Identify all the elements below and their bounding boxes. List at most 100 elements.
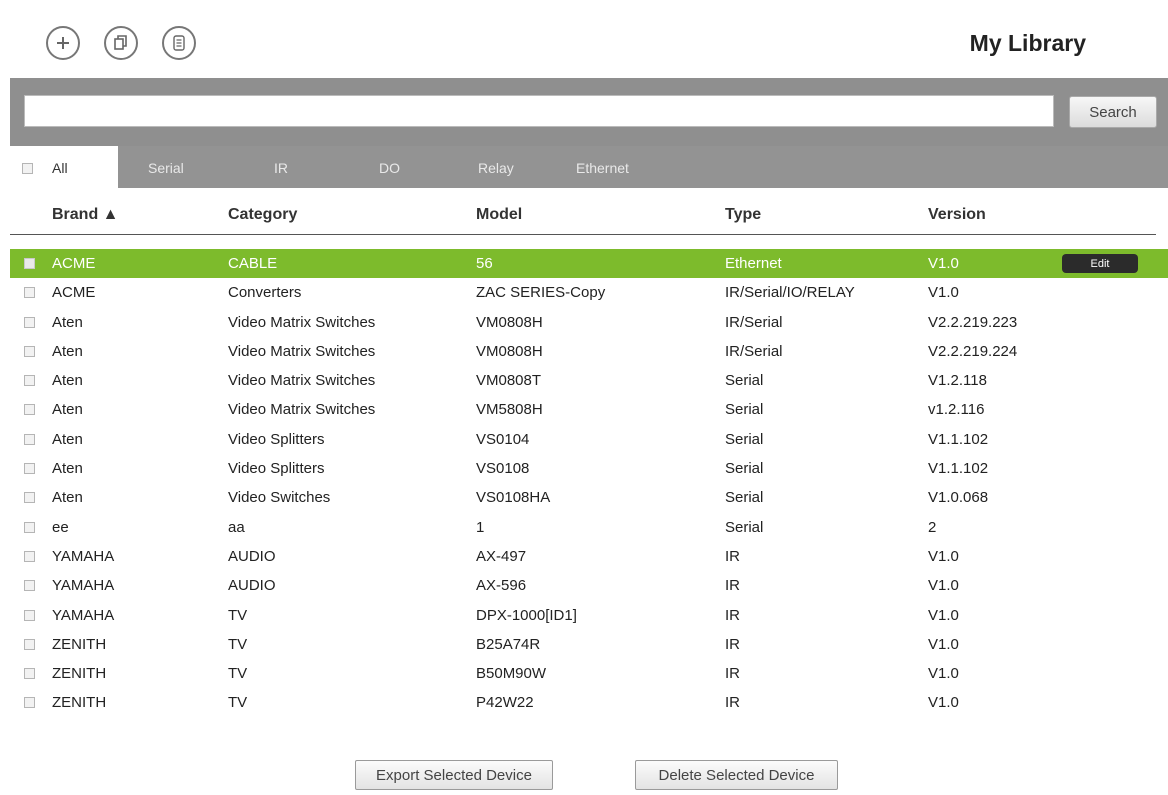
row-checkbox[interactable] bbox=[24, 580, 35, 592]
row-checkbox[interactable] bbox=[24, 521, 35, 533]
cell-category: TV bbox=[228, 694, 248, 712]
delete-selected-device-button[interactable]: Delete Selected Device bbox=[635, 760, 838, 790]
cell-version: V2.2.219.224 bbox=[928, 342, 1018, 360]
copy-button[interactable] bbox=[104, 26, 138, 60]
table-row[interactable]: Aten Video Matrix Switches VM0808H IR/Seria… bbox=[10, 308, 1168, 337]
column-version[interactable]: Version bbox=[928, 206, 986, 224]
row-checkbox[interactable] bbox=[24, 550, 35, 562]
cell-category: Video Splitters bbox=[228, 430, 325, 448]
cell-type: IR bbox=[725, 694, 740, 712]
tab-ethernet[interactable]: Ethernet bbox=[576, 160, 629, 176]
copy-icon bbox=[114, 35, 127, 50]
column-brand[interactable]: Brand ▲ bbox=[52, 206, 119, 224]
table-row[interactable]: YAMAHA AUDIO AX-497 IR V1.0 bbox=[10, 542, 1168, 571]
cell-version: V1.0.068 bbox=[928, 489, 989, 507]
cell-type: Serial bbox=[725, 518, 764, 536]
export-selected-device-button[interactable]: Export Selected Device bbox=[355, 760, 553, 790]
cell-category: Video Matrix Switches bbox=[228, 372, 376, 390]
row-checkbox[interactable] bbox=[24, 316, 35, 328]
cell-type: Ethernet bbox=[725, 255, 782, 272]
row-checkbox[interactable] bbox=[24, 697, 35, 709]
cell-brand: ACME bbox=[52, 284, 96, 302]
cell-category: TV bbox=[228, 665, 248, 683]
list-button[interactable] bbox=[162, 26, 196, 60]
cell-category: CABLE bbox=[228, 255, 278, 272]
cell-type: IR bbox=[725, 606, 740, 624]
row-checkbox[interactable] bbox=[24, 433, 35, 445]
cell-brand: Aten bbox=[52, 460, 83, 478]
column-type[interactable]: Type bbox=[725, 206, 761, 224]
cell-category: Video Matrix Switches bbox=[228, 401, 376, 419]
column-category[interactable]: Category bbox=[228, 206, 297, 224]
cell-brand: ZENITH bbox=[52, 665, 107, 683]
row-checkbox[interactable] bbox=[24, 463, 35, 475]
cell-type: IR/Serial/IO/RELAY bbox=[725, 284, 855, 302]
row-checkbox[interactable] bbox=[24, 404, 35, 416]
table-row[interactable]: ZENITH TV P42W22 IR V1.0 bbox=[10, 688, 1168, 717]
cell-model: VM0808H bbox=[476, 313, 543, 331]
cell-model: VS0104 bbox=[476, 430, 530, 448]
cell-type: Serial bbox=[725, 430, 764, 448]
cell-version: V1.2.118 bbox=[928, 372, 987, 390]
tab-ir[interactable]: IR bbox=[274, 160, 288, 176]
cell-version: V1.0 bbox=[928, 694, 959, 712]
my-library-page: My Library Search All Serial IR DO Relay… bbox=[0, 0, 1168, 795]
cell-version: V1.0 bbox=[928, 635, 959, 653]
cell-version: V1.0 bbox=[928, 577, 959, 595]
tab-do[interactable]: DO bbox=[379, 160, 400, 176]
table-row[interactable]: Aten Video Splitters VS0104 Serial V1.1.102 bbox=[10, 425, 1168, 454]
row-checkbox[interactable] bbox=[24, 345, 35, 357]
edit-button[interactable]: Edit bbox=[1062, 254, 1138, 273]
table-row[interactable]: Aten Video Switches VS0108HA Serial V1.0.068 bbox=[10, 483, 1168, 512]
cell-model: 56 bbox=[476, 255, 493, 272]
table-row[interactable]: ACME CABLE 56 Ethernet V1.0 Edit bbox=[10, 249, 1168, 279]
table-row[interactable]: Aten Video Matrix Switches VM0808T Serial V1… bbox=[10, 366, 1168, 395]
cell-category: aa bbox=[228, 518, 245, 536]
cell-version: V1.0 bbox=[928, 547, 959, 565]
cell-brand: Aten bbox=[52, 372, 83, 390]
cell-type: Serial bbox=[725, 489, 764, 507]
table-row[interactable]: ee aa 1 Serial 2 bbox=[10, 513, 1168, 542]
search-bar: Search bbox=[10, 78, 1168, 146]
table-row[interactable]: Aten Video Splitters VS0108 Serial V1.1.102 bbox=[10, 454, 1168, 483]
row-checkbox[interactable] bbox=[24, 638, 35, 650]
row-checkbox[interactable] bbox=[24, 287, 35, 299]
row-checkbox[interactable] bbox=[24, 492, 35, 504]
select-all-checkbox[interactable] bbox=[22, 163, 33, 174]
row-checkbox[interactable] bbox=[24, 258, 35, 269]
cell-brand: YAMAHA bbox=[52, 547, 115, 565]
table-row[interactable]: YAMAHA AUDIO AX-596 IR V1.0 bbox=[10, 571, 1168, 600]
add-button[interactable] bbox=[46, 26, 80, 60]
row-checkbox[interactable] bbox=[24, 668, 35, 680]
table-row[interactable]: Aten Video Matrix Switches VM5808H Serial v1… bbox=[10, 395, 1168, 424]
search-button[interactable]: Search bbox=[1069, 96, 1157, 128]
cell-model: VM5808H bbox=[476, 401, 543, 419]
row-checkbox[interactable] bbox=[24, 609, 35, 621]
cell-brand: ee bbox=[52, 518, 69, 536]
tab-all[interactable]: All bbox=[10, 146, 118, 188]
cell-version: V1.0 bbox=[928, 284, 959, 302]
table-header: Brand ▲ Category Model Type Version bbox=[10, 196, 1156, 235]
cell-version: V1.0 bbox=[928, 255, 959, 272]
search-input[interactable] bbox=[24, 95, 1054, 127]
cell-brand: ZENITH bbox=[52, 694, 107, 712]
tab-serial[interactable]: Serial bbox=[148, 160, 184, 176]
cell-brand: ZENITH bbox=[52, 635, 107, 653]
row-checkbox[interactable] bbox=[24, 375, 35, 387]
device-table: ACME CABLE 56 Ethernet V1.0 Edit ACME Converter… bbox=[10, 249, 1168, 718]
table-row[interactable]: ZENITH TV B25A74R IR V1.0 bbox=[10, 630, 1168, 659]
cell-model: B25A74R bbox=[476, 635, 541, 653]
add-icon bbox=[57, 37, 69, 49]
table-row[interactable]: Aten Video Matrix Switches VM0808H IR/Seria… bbox=[10, 337, 1168, 366]
column-model[interactable]: Model bbox=[476, 206, 522, 224]
table-row[interactable]: YAMAHA TV DPX-1000[ID1] IR V1.0 bbox=[10, 601, 1168, 630]
cell-brand: YAMAHA bbox=[52, 606, 115, 624]
cell-version: 2 bbox=[928, 518, 937, 536]
table-row[interactable]: ZENITH TV B50M90W IR V1.0 bbox=[10, 659, 1168, 688]
cell-type: IR bbox=[725, 635, 740, 653]
tab-relay[interactable]: Relay bbox=[478, 160, 514, 176]
cell-category: Converters bbox=[228, 284, 302, 302]
cell-category: TV bbox=[228, 635, 248, 653]
table-row[interactable]: ACME Converters ZAC SERIES-Copy IR/Serial/I… bbox=[10, 278, 1168, 307]
cell-model: ZAC SERIES-Copy bbox=[476, 284, 606, 302]
